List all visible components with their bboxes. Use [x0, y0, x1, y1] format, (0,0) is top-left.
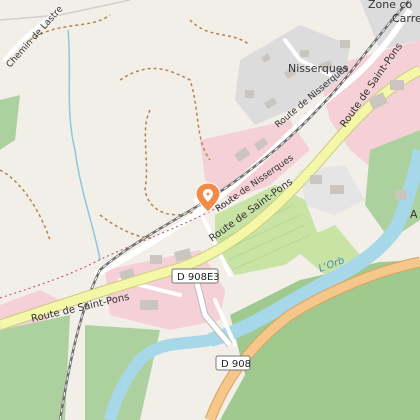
- shield-d908-label: D 908: [221, 359, 251, 370]
- place-label-zone-commerciale: Zone co: [368, 0, 413, 11]
- shield-d908e3-label: D 908E3: [177, 272, 220, 283]
- place-label-carre: Carre: [392, 12, 420, 25]
- shield-d908e3: D 908E3: [171, 268, 220, 284]
- forest-south-west: [0, 315, 70, 420]
- place-label-nisserques: Nisserques: [288, 62, 349, 75]
- place-label-edge-a: A: [410, 208, 418, 221]
- map-view[interactable]: Route de Saint-Pons Route de Saint-Pons …: [0, 0, 420, 420]
- shield-d908: D 908: [215, 355, 251, 371]
- map-canvas[interactable]: Route de Saint-Pons Route de Saint-Pons …: [0, 0, 420, 420]
